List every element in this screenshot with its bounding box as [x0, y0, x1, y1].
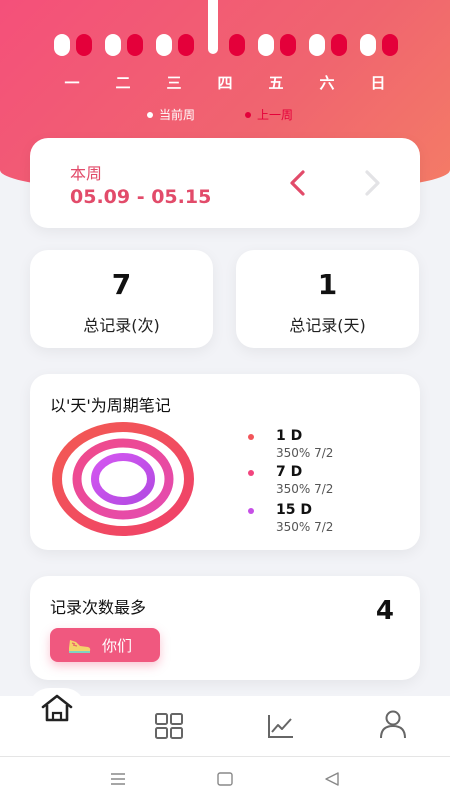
system-back-button[interactable]: [322, 769, 342, 789]
system-navigation-bar: [0, 756, 450, 800]
most-records-count: 4: [375, 596, 394, 626]
home-icon: [41, 694, 73, 722]
menu-icon: [111, 773, 125, 785]
cycle-detail-7d: 350% 7/2: [276, 482, 334, 496]
tab-profile[interactable]: [372, 706, 414, 742]
cycle-detail-1d: 350% 7/2: [276, 446, 334, 460]
previous-week-bar-sun: [382, 34, 398, 56]
total-records-count-card: 7 总记录(次): [30, 250, 213, 348]
cycle-name-15d: 15 D: [276, 502, 312, 518]
ring-15d: [91, 453, 155, 505]
cycle-dot-7d: [248, 470, 254, 476]
current-week-bar-wed: [156, 34, 172, 56]
day-label-mon: 一: [64, 74, 80, 92]
most-records-title: 记录次数最多: [50, 598, 147, 617]
current-week-bar-sun: [360, 34, 376, 56]
week-comparison-bars: [0, 34, 450, 56]
total-records-days-label: 总记录(天): [289, 316, 366, 335]
cycle-detail-15d: 350% 7/2: [276, 520, 334, 534]
day-label-tue: 二: [115, 74, 131, 92]
back-triangle-icon: [325, 772, 339, 786]
total-records-days-card: 1 总记录(天): [236, 250, 419, 348]
total-records-count-value: 7: [111, 268, 132, 301]
current-week-bar-mon: [54, 34, 70, 56]
cycle-dot-15d: [248, 508, 254, 514]
legend-previous-label: 上一周: [257, 108, 294, 122]
cycle-name-7d: 7 D: [276, 464, 303, 480]
day-label-sat: 六: [319, 74, 335, 92]
chevron-right-icon: [365, 170, 380, 196]
legend-dot-previous: [245, 111, 251, 118]
day-label-sun: 日: [370, 74, 386, 92]
previous-week-bar-thu: [229, 34, 245, 56]
profile-icon: [380, 710, 406, 739]
chevron-left-icon: [290, 170, 305, 196]
day-label-wed: 三: [166, 74, 182, 92]
previous-week-bar-sat: [331, 34, 347, 56]
most-records-tag[interactable]: 你们: [50, 628, 160, 662]
cycle-notes-title: 以'天'为周期笔记: [50, 396, 171, 415]
week-label: 本周: [70, 164, 103, 183]
most-records-card: 记录次数最多 4 你们: [30, 576, 420, 680]
tab-categories[interactable]: [148, 708, 190, 744]
current-week-bar-tue: [105, 34, 121, 56]
cycle-name-1d: 1 D: [276, 428, 303, 444]
cycle-rings-chart: [52, 422, 194, 536]
total-records-count-label: 总记录(次): [83, 316, 160, 335]
current-week-bar-sat: [309, 34, 325, 56]
sneaker-icon: [69, 640, 91, 653]
previous-week-button[interactable]: [282, 166, 312, 200]
grid-icon: [155, 713, 183, 739]
system-home-button[interactable]: [215, 769, 235, 789]
most-records-tag-label: 你们: [102, 636, 133, 655]
cycle-dot-1d: [248, 434, 254, 440]
week-selector-card: 本周 05.09 - 05.15: [30, 138, 420, 228]
home-square-icon: [217, 772, 233, 786]
chart-icon: [268, 715, 293, 738]
current-week-bar-fri: [258, 34, 274, 56]
tab-statistics[interactable]: [260, 708, 302, 744]
previous-week-bar-fri: [280, 34, 296, 56]
tab-home[interactable]: [36, 690, 78, 726]
week-date-range: 05.09 - 05.15: [70, 186, 212, 208]
day-label-thu: 四: [217, 74, 233, 92]
legend-dot-current: [147, 111, 153, 118]
total-records-days-value: 1: [317, 268, 338, 301]
system-menu-button[interactable]: [108, 769, 128, 789]
previous-week-bar-wed: [178, 34, 194, 56]
legend-current-week: 当前周: [147, 106, 195, 123]
cycle-notes-card: 以'天'为周期笔记 1 D 350% 7/2 7 D 350% 7/2 15 D…: [30, 374, 420, 550]
legend-current-label: 当前周: [159, 108, 196, 122]
previous-week-bar-mon: [76, 34, 92, 56]
day-label-fri: 五: [268, 74, 284, 92]
next-week-button[interactable]: [358, 166, 388, 200]
chart-legend: 当前周 上一周: [0, 106, 450, 124]
previous-week-bar-tue: [127, 34, 143, 56]
legend-previous-week: 上一周: [245, 106, 293, 123]
